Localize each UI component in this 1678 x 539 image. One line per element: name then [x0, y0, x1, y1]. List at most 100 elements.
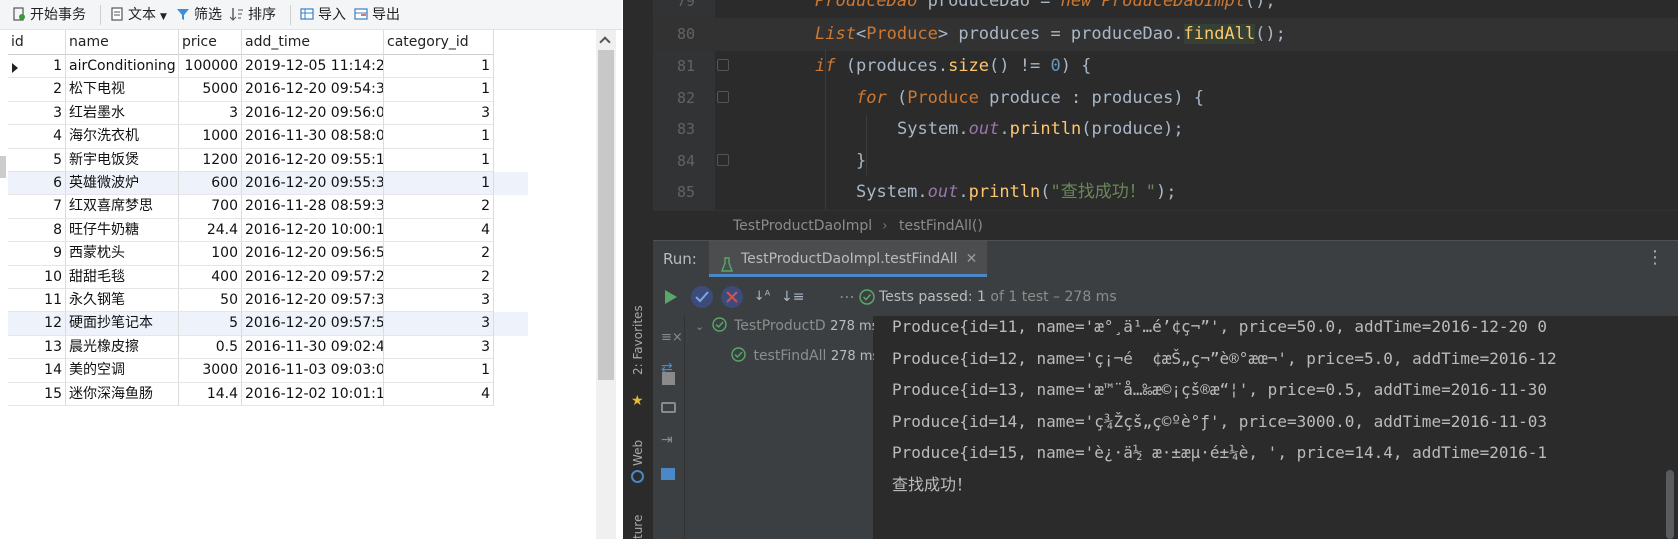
- cell-category-id[interactable]: 1: [384, 172, 494, 196]
- table-row[interactable]: 12 硬面抄笔记本 5 2016-12-20 09:57:53 3: [8, 312, 528, 336]
- cell-price[interactable]: 400: [179, 265, 242, 289]
- cell-name[interactable]: 松下电视: [66, 78, 179, 102]
- cell-price[interactable]: 3: [179, 101, 242, 126]
- cell-add-time[interactable]: 2016-12-20 09:55:11: [242, 148, 384, 172]
- cell-id[interactable]: 2: [8, 78, 66, 102]
- cell-price[interactable]: 5000: [179, 78, 242, 102]
- favorites-tab[interactable]: 2: Favorites: [631, 305, 645, 375]
- cell-id[interactable]: 7: [8, 195, 66, 219]
- code-line[interactable]: 82 for (Produce produce : produces) {: [653, 82, 1678, 115]
- sort-button[interactable]: 排序: [229, 5, 276, 25]
- filter-button[interactable]: 筛选: [176, 5, 222, 25]
- table-row[interactable]: 1 airConditioning 100000 2019-12-05 11:14:2…: [8, 55, 528, 79]
- cell-id[interactable]: 15: [8, 382, 66, 406]
- cell-name[interactable]: 西蒙枕头: [66, 242, 179, 266]
- cell-price[interactable]: 700: [179, 195, 242, 219]
- more-options-icon[interactable]: ⋮: [1646, 249, 1664, 267]
- cell-id[interactable]: 14: [8, 359, 66, 383]
- layout-icon[interactable]: [661, 468, 675, 480]
- fold-marker-icon[interactable]: [717, 91, 729, 103]
- structure-tab[interactable]: ture: [631, 515, 645, 539]
- cell-name[interactable]: 红岩墨水: [66, 101, 179, 126]
- cell-name[interactable]: airConditioning: [66, 55, 179, 79]
- cell-category-id[interactable]: 2: [384, 195, 494, 219]
- cell-name[interactable]: 永久钢笔: [66, 289, 179, 313]
- cell-price[interactable]: 3000: [179, 359, 242, 383]
- chevron-down-icon[interactable]: ⌄: [695, 320, 704, 333]
- cell-name[interactable]: 硬面抄笔记本: [66, 312, 179, 336]
- table-row[interactable]: 3 红岩墨水 3 2016-12-20 09:56:05 3: [8, 101, 528, 126]
- breadcrumb-method[interactable]: testFindAll(): [899, 211, 983, 241]
- tree-item-class[interactable]: ⌄ TestProductD 278 ms: [695, 314, 878, 339]
- cell-id[interactable]: 12: [8, 312, 66, 336]
- exit-icon[interactable]: ⇥: [661, 432, 673, 448]
- table-row[interactable]: 2 松下电视 5000 2016-12-20 09:54:35 1: [8, 78, 528, 102]
- column-header-id[interactable]: id: [8, 30, 66, 55]
- breadcrumb-class[interactable]: TestProductDaoImpl: [733, 211, 872, 241]
- table-row[interactable]: 15 迷你深海鱼肠 14.4 2016-12-02 10:01:14 4: [8, 382, 528, 406]
- cell-id[interactable]: 6: [8, 172, 66, 196]
- cell-price[interactable]: 100: [179, 242, 242, 266]
- fold-marker-icon[interactable]: [717, 154, 729, 166]
- cell-id[interactable]: 10: [8, 265, 66, 289]
- cell-add-time[interactable]: 2019-12-05 11:14:21: [242, 55, 384, 79]
- cell-add-time[interactable]: 2016-12-20 09:57:53: [242, 312, 384, 336]
- sort-alphabetically-icon[interactable]: ↓ᴬ: [751, 286, 773, 308]
- cell-name[interactable]: 迷你深海鱼肠: [66, 382, 179, 406]
- begin-transaction-button[interactable]: 开始事务: [12, 5, 86, 25]
- cell-add-time[interactable]: 2016-12-02 10:01:14: [242, 382, 384, 406]
- run-tab[interactable]: TestProductDaoImpl.testFindAll ✕: [709, 241, 988, 277]
- stop-icon[interactable]: [662, 372, 675, 385]
- close-icon[interactable]: ✕: [966, 251, 978, 267]
- scroll-up-icon[interactable]: [599, 36, 611, 48]
- cell-name[interactable]: 甜甜毛毯: [66, 265, 179, 289]
- column-header-name[interactable]: name: [66, 30, 179, 55]
- table-row[interactable]: 11 永久钢笔 50 2016-12-20 09:57:30 3: [8, 289, 528, 313]
- vertical-scrollbar[interactable]: [596, 30, 616, 539]
- cell-add-time[interactable]: 2016-12-20 09:56:57: [242, 242, 384, 266]
- cell-category-id[interactable]: 1: [384, 359, 494, 383]
- cell-add-time[interactable]: 2016-12-20 09:57:30: [242, 289, 384, 313]
- cell-category-id[interactable]: 2: [384, 265, 494, 289]
- ellipsis-icon[interactable]: ⋯: [839, 286, 861, 308]
- cell-id[interactable]: 9: [8, 242, 66, 266]
- code-line[interactable]: 84}: [653, 145, 1678, 178]
- cell-category-id[interactable]: 1: [384, 55, 494, 79]
- cell-name[interactable]: 晨光橡皮擦: [66, 335, 179, 360]
- cell-id[interactable]: 4: [8, 125, 66, 149]
- table-row[interactable]: 5 新宇电饭煲 1200 2016-12-20 09:55:11 1: [8, 148, 528, 172]
- clear-icon[interactable]: ≡×: [661, 330, 683, 345]
- cell-name[interactable]: 海尔洗衣机: [66, 125, 179, 149]
- cell-category-id[interactable]: 3: [384, 312, 494, 336]
- cell-price[interactable]: 14.4: [179, 382, 242, 406]
- show-passed-icon[interactable]: [691, 286, 713, 308]
- table-row[interactable]: 14 美的空调 3000 2016-11-03 09:03:02 1: [8, 359, 528, 383]
- code-line[interactable]: 83 System.out.println(produce);: [653, 113, 1678, 146]
- cell-id[interactable]: 5: [8, 148, 66, 172]
- rerun-icon[interactable]: [659, 286, 681, 308]
- code-line[interactable]: 80 List<Produce> produces = produceDao.fi…: [653, 18, 1678, 51]
- code-line[interactable]: 85 System.out.println("查找成功！");: [653, 176, 1678, 209]
- export-button[interactable]: 导出: [354, 5, 400, 25]
- cell-add-time[interactable]: 2016-11-30 09:02:40: [242, 335, 384, 360]
- cell-name[interactable]: 红双喜席梦思: [66, 195, 179, 219]
- cell-add-time[interactable]: 2016-12-20 10:00:11: [242, 218, 384, 243]
- table-row[interactable]: 4 海尔洗衣机 1000 2016-11-30 08:58:09 1: [8, 125, 528, 149]
- side-collapse-tab[interactable]: [0, 156, 6, 178]
- cell-add-time[interactable]: 2016-12-20 09:54:35: [242, 78, 384, 102]
- table-row[interactable]: 7 红双喜席梦思 700 2016-11-28 08:59:38 2: [8, 195, 528, 219]
- code-editor[interactable]: 79 ProduceDao produceDao = new ProduceDao…: [653, 0, 1678, 210]
- import-button[interactable]: 导入: [300, 5, 346, 25]
- column-header-add-time[interactable]: add_time: [242, 30, 384, 55]
- cell-add-time[interactable]: 2016-11-03 09:03:02: [242, 359, 384, 383]
- sort-by-duration-icon[interactable]: ↓≡: [781, 286, 804, 308]
- cell-price[interactable]: 24.4: [179, 218, 242, 243]
- cell-price[interactable]: 0.5: [179, 335, 242, 360]
- cell-id[interactable]: 13: [8, 335, 66, 360]
- cell-id[interactable]: 11: [8, 289, 66, 313]
- cell-id[interactable]: 8: [8, 218, 66, 243]
- table-row[interactable]: 9 西蒙枕头 100 2016-12-20 09:56:57 2: [8, 242, 528, 266]
- cell-add-time[interactable]: 2016-12-20 09:55:39: [242, 172, 384, 196]
- cell-id[interactable]: 3: [8, 101, 66, 126]
- cell-price[interactable]: 100000: [179, 55, 242, 79]
